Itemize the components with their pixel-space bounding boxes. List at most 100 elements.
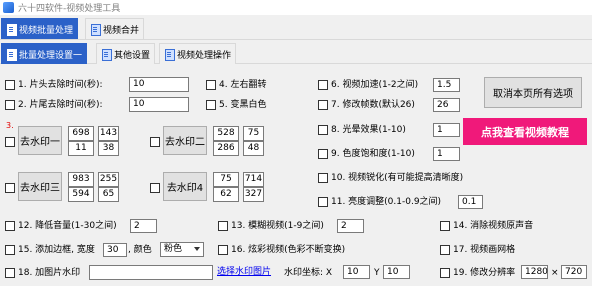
remove-watermark-3-button[interactable]: 去水印三 <box>18 172 62 201</box>
volume-input[interactable]: 2 <box>130 219 157 233</box>
watermark-1-h[interactable]: 38 <box>98 141 119 156</box>
document-icon <box>164 48 175 61</box>
border-color-label: , 颜色 <box>128 245 152 255</box>
speed-input[interactable]: 1.5 <box>433 78 460 92</box>
tab-other-settings[interactable]: 其他设置 <box>96 43 156 64</box>
remove-watermark-4-button[interactable]: 去水印4 <box>163 172 207 201</box>
document-icon <box>6 23 17 36</box>
watermark-1-checkbox[interactable] <box>5 137 15 147</box>
brightness-label: 11. 亮度调整(0.1-0.9之间) <box>331 197 442 207</box>
blur-label: 13. 模糊视频(1-9之间) <box>231 221 324 231</box>
app-icon <box>3 2 14 13</box>
watermark-coord-label: 水印坐标: X <box>284 268 333 278</box>
colorful-label: 16. 炫彩视频(色彩不断变换) <box>231 245 346 255</box>
trim-tail-checkbox[interactable] <box>5 100 15 110</box>
watermark-4-checkbox[interactable] <box>150 183 160 193</box>
resolution-width-input[interactable]: 1280 <box>521 265 548 279</box>
blur-input[interactable]: 2 <box>337 219 364 233</box>
watermark-3-checkbox[interactable] <box>5 183 15 193</box>
watermark-y-input[interactable]: 10 <box>383 265 410 279</box>
watermark-1-x[interactable]: 698 <box>68 126 94 141</box>
tab-video-operations[interactable]: 视频处理操作 <box>159 43 237 64</box>
tab-batch-process[interactable]: 视频批量处理 <box>1 18 79 39</box>
cancel-all-button[interactable]: 取消本页所有选项 <box>484 77 582 108</box>
tutorial-button[interactable]: 点我查看视频教程 <box>463 118 587 145</box>
border-checkbox[interactable] <box>5 245 15 255</box>
image-watermark-path-input[interactable] <box>89 265 213 280</box>
border-width-input[interactable]: 30 <box>103 243 127 257</box>
resolution-height-input[interactable]: 720 <box>561 265 587 279</box>
chevron-down-icon <box>194 247 200 251</box>
watermark-4-y[interactable]: 714 <box>243 172 264 187</box>
image-watermark-label: 18. 加图片水印 <box>18 268 81 278</box>
remove-watermark-2-button[interactable]: 去水印二 <box>163 126 207 155</box>
trim-head-label: 1. 片头去除时间(秒): <box>18 80 103 90</box>
watermark-2-y[interactable]: 75 <box>243 126 264 141</box>
watermark-4-h[interactable]: 327 <box>243 187 264 202</box>
light-input[interactable]: 1 <box>433 123 460 137</box>
mute-label: 14. 消除视频原声音 <box>453 221 534 231</box>
bw-label: 5. 变黑白色 <box>219 100 267 110</box>
fps-checkbox[interactable] <box>318 100 328 110</box>
saturation-label: 9. 色度饱和度(1-10) <box>331 149 415 159</box>
trim-tail-label: 2. 片尾去除时间(秒): <box>18 100 103 110</box>
watermark-3-x[interactable]: 983 <box>68 172 94 187</box>
watermark-2-w[interactable]: 286 <box>213 141 239 156</box>
volume-checkbox[interactable] <box>5 221 15 231</box>
border-color-select[interactable]: 粉色 <box>160 242 204 257</box>
mute-checkbox[interactable] <box>440 221 450 231</box>
trim-head-checkbox[interactable] <box>5 80 15 90</box>
saturation-checkbox[interactable] <box>318 149 328 159</box>
trim-tail-input[interactable]: 10 <box>129 97 189 112</box>
resolution-separator: × <box>551 268 559 278</box>
trim-head-input[interactable]: 10 <box>129 77 189 92</box>
flip-checkbox[interactable] <box>206 80 216 90</box>
watermark-3-w[interactable]: 594 <box>68 187 94 202</box>
light-label: 8. 光晕效果(1-10) <box>331 125 406 135</box>
window-title: 六十四软件-视频处理工具 <box>18 4 121 14</box>
fps-input[interactable]: 26 <box>433 98 460 112</box>
watermark-2-h[interactable]: 48 <box>243 141 264 156</box>
brightness-input[interactable]: 0.1 <box>458 195 483 209</box>
sharpen-label: 10. 视频锐化(有可能提高清晰度) <box>331 173 464 183</box>
watermark-1-y[interactable]: 143 <box>98 126 119 141</box>
choose-watermark-image-link[interactable]: 选择水印图片 <box>217 266 271 278</box>
watermark-4-x[interactable]: 75 <box>213 172 239 187</box>
colorful-checkbox[interactable] <box>218 245 228 255</box>
watermark-3-y[interactable]: 255 <box>98 172 119 187</box>
watermark-1-w[interactable]: 11 <box>68 141 94 156</box>
image-watermark-checkbox[interactable] <box>5 268 15 278</box>
bw-checkbox[interactable] <box>206 100 216 110</box>
watermark-2-checkbox[interactable] <box>150 137 160 147</box>
speed-label: 6. 视频加速(1-2之间) <box>331 80 419 90</box>
sharpen-checkbox[interactable] <box>318 173 328 183</box>
watermark-4-w[interactable]: 62 <box>213 187 239 202</box>
border-label: 15. 添加边框, 宽度 <box>18 245 95 255</box>
watermark-marker: 3. <box>6 121 14 130</box>
blur-checkbox[interactable] <box>218 221 228 231</box>
volume-label: 12. 降低音量(1-30之间) <box>18 221 117 231</box>
document-icon <box>90 23 101 36</box>
tab-video-merge[interactable]: 视频合并 <box>85 18 145 39</box>
grid-checkbox[interactable] <box>440 245 450 255</box>
grid-label: 17. 视频画网格 <box>453 245 516 255</box>
document-icon <box>101 48 112 61</box>
watermark-2-x[interactable]: 528 <box>213 126 239 141</box>
document-icon <box>6 48 17 61</box>
light-checkbox[interactable] <box>318 125 328 135</box>
watermark-3-h[interactable]: 65 <box>98 187 119 202</box>
remove-watermark-1-button[interactable]: 去水印一 <box>18 126 62 155</box>
speed-checkbox[interactable] <box>318 80 328 90</box>
main-tab-bar: 视频批量处理 视频合并 <box>0 17 592 40</box>
title-bar: 六十四软件-视频处理工具 <box>0 0 592 15</box>
brightness-checkbox[interactable] <box>318 197 328 207</box>
resolution-label: 19. 修改分辨率 <box>453 268 516 278</box>
tab-batch-settings-1[interactable]: 批量处理设置一 <box>1 43 88 64</box>
watermark-y-label: Y <box>374 268 380 278</box>
sub-tab-bar: 批量处理设置一 其他设置 视频处理操作 <box>0 42 592 64</box>
watermark-x-input[interactable]: 10 <box>343 265 370 279</box>
saturation-input[interactable]: 1 <box>433 147 460 161</box>
fps-label: 7. 修改帧数(默认26) <box>331 100 415 110</box>
resolution-checkbox[interactable] <box>440 268 450 278</box>
flip-label: 4. 左右翻转 <box>219 80 267 90</box>
